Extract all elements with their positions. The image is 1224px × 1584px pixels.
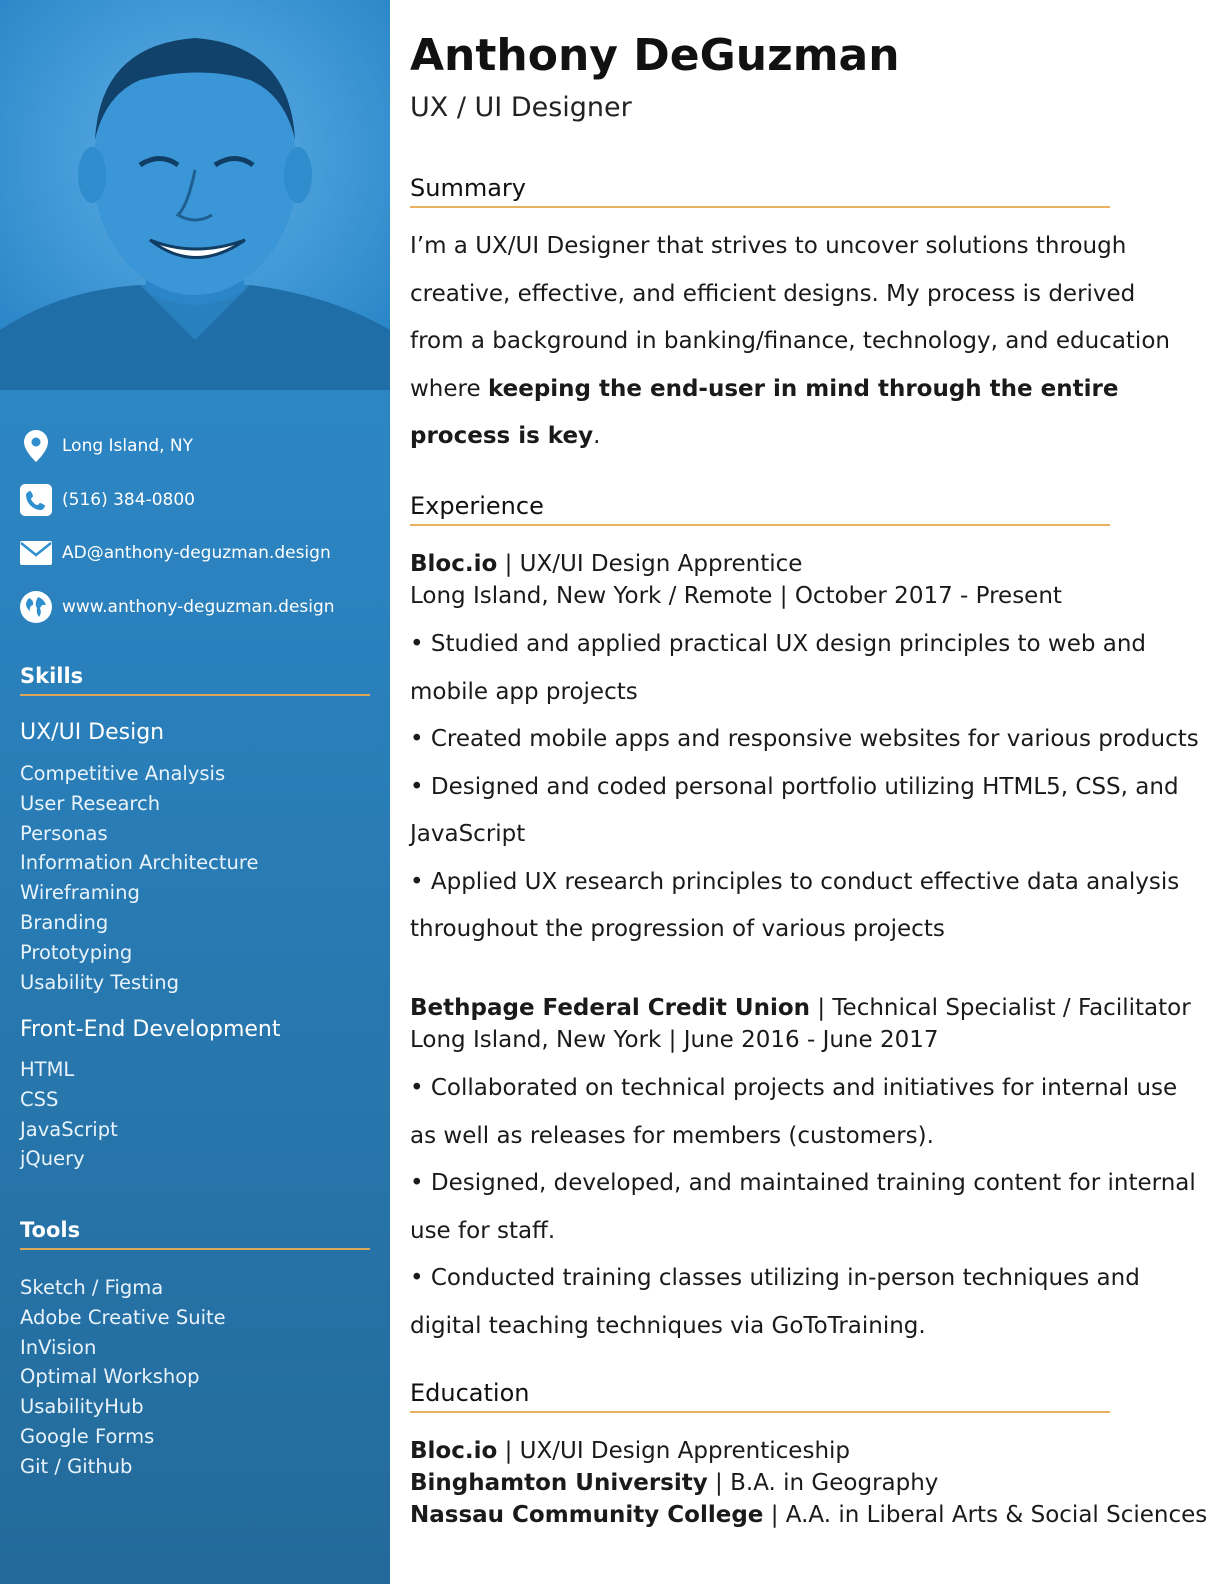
contact-email[interactable]: AD@anthony-deguzman.design xyxy=(20,535,370,571)
contact-location: Long Island, NY xyxy=(20,428,370,464)
skill-group-title: Front-End Development xyxy=(20,1017,281,1042)
job-meta: Long Island, New York / Remote | October… xyxy=(410,583,1062,609)
summary-heading: Summary xyxy=(410,174,1110,208)
summary-emphasis: keeping the end-user in mind through the… xyxy=(410,375,1119,450)
job-bullet: • Designed and coded personal portfolio … xyxy=(410,773,1179,848)
email-link[interactable]: AD@anthony-deguzman.design xyxy=(62,543,331,563)
skill-list-uxui: Competitive Analysis User Research Perso… xyxy=(20,759,258,997)
education-entry: Bloc.io | UX/UI Design Apprenticeship xyxy=(410,1438,850,1464)
skill-item: Personas xyxy=(20,821,108,845)
skill-item: Branding xyxy=(20,910,109,934)
job-separator: | xyxy=(497,551,520,577)
job-bullet: • Conducted training classes utilizing i… xyxy=(410,1265,1140,1339)
edu-school: Binghamton University xyxy=(410,1470,708,1496)
tools-heading: Tools xyxy=(20,1218,370,1250)
edu-separator: | xyxy=(497,1438,520,1464)
phone-text[interactable]: (516) 384-0800 xyxy=(62,490,195,510)
job-company: Bethpage Federal Credit Union xyxy=(410,995,811,1021)
job-company: Bloc.io xyxy=(410,551,498,577)
mail-icon xyxy=(20,537,52,569)
tool-item: UsabilityHub xyxy=(20,1395,144,1419)
job-separator: | xyxy=(810,995,833,1021)
edu-separator: | xyxy=(763,1502,786,1528)
job-header: Bethpage Federal Credit Union | Technica… xyxy=(410,995,1191,1021)
job-bullet: • Collaborated on technical projects and… xyxy=(410,1075,1178,1149)
job-bullets: • Collaborated on technical projects and… xyxy=(410,1065,1200,1350)
job-bullet: • Created mobile apps and responsive web… xyxy=(410,726,1199,752)
skill-group-title: UX/UI Design xyxy=(20,720,165,745)
skill-item: CSS xyxy=(20,1087,59,1111)
skill-item: Information Architecture xyxy=(20,851,259,875)
skill-item: Prototyping xyxy=(20,940,133,964)
contact-website[interactable]: www.anthony-deguzman.design xyxy=(20,589,370,625)
experience-heading: Experience xyxy=(410,492,1110,526)
globe-icon xyxy=(20,590,52,623)
tools-list: Sketch / Figma Adobe Creative Suite InVi… xyxy=(20,1273,226,1482)
contact-phone[interactable]: (516) 384-0800 xyxy=(20,482,370,518)
map-pin-icon xyxy=(20,430,52,462)
resume-name: Anthony DeGuzman xyxy=(410,30,900,81)
location-text: Long Island, NY xyxy=(62,436,194,456)
skill-item: jQuery xyxy=(20,1147,85,1171)
phone-icon xyxy=(20,483,52,516)
tool-item: Optimal Workshop xyxy=(20,1365,200,1389)
edu-school: Bloc.io xyxy=(410,1438,498,1464)
sidebar: Long Island, NY (516) 384-0800 AD@anthon… xyxy=(0,0,390,1584)
summary-end: . xyxy=(593,423,601,449)
skill-item: Competitive Analysis xyxy=(20,762,226,785)
edu-degree: A.A. in Liberal Arts & Social Sciences xyxy=(785,1502,1208,1528)
tool-item: InVision xyxy=(20,1335,97,1359)
education-entry: Nassau Community College | A.A. in Liber… xyxy=(410,1502,1207,1528)
portrait-image xyxy=(0,0,390,390)
edu-degree: B.A. in Geography xyxy=(730,1470,939,1496)
skill-item: JavaScript xyxy=(20,1117,118,1141)
edu-separator: | xyxy=(707,1470,731,1496)
education-heading: Education xyxy=(410,1379,1110,1413)
job-bullet: • Designed, developed, and maintained tr… xyxy=(410,1170,1196,1244)
edu-degree: UX/UI Design Apprenticeship xyxy=(519,1438,851,1464)
job-title: Technical Specialist / Facilitator xyxy=(832,995,1191,1021)
skill-item: Usability Testing xyxy=(20,970,179,994)
job-title: UX/UI Design Apprentice xyxy=(519,551,803,577)
skill-item: HTML xyxy=(20,1058,75,1081)
job-bullet: • Studied and applied practical UX desig… xyxy=(410,631,1147,705)
edu-school: Nassau Community College xyxy=(410,1502,764,1528)
skill-item: User Research xyxy=(20,791,161,815)
tool-item: Sketch / Figma xyxy=(20,1276,164,1299)
tool-item: Google Forms xyxy=(20,1424,155,1448)
job-bullets: • Studied and applied practical UX desig… xyxy=(410,621,1200,954)
summary-text: I’m a UX/UI Designer that strives to unc… xyxy=(410,223,1190,461)
skills-heading: Skills xyxy=(20,664,370,696)
contact-list: Long Island, NY (516) 384-0800 AD@anthon… xyxy=(20,428,370,642)
resume-role: UX / UI Designer xyxy=(410,92,632,123)
education-entry: Binghamton University | B.A. in Geograph… xyxy=(410,1470,938,1496)
tool-item: Adobe Creative Suite xyxy=(20,1305,226,1329)
job-header: Bloc.io | UX/UI Design Apprentice xyxy=(410,551,802,577)
job-meta: Long Island, New York | June 2016 - June… xyxy=(410,1027,939,1053)
tool-item: Git / Github xyxy=(20,1454,133,1478)
website-link[interactable]: www.anthony-deguzman.design xyxy=(62,597,335,617)
skill-list-frontend: HTML CSS JavaScript jQuery xyxy=(20,1055,118,1174)
profile-photo xyxy=(0,0,390,390)
skill-item: Wireframing xyxy=(20,881,140,905)
job-bullet: • Applied UX research principles to cond… xyxy=(410,868,1180,943)
